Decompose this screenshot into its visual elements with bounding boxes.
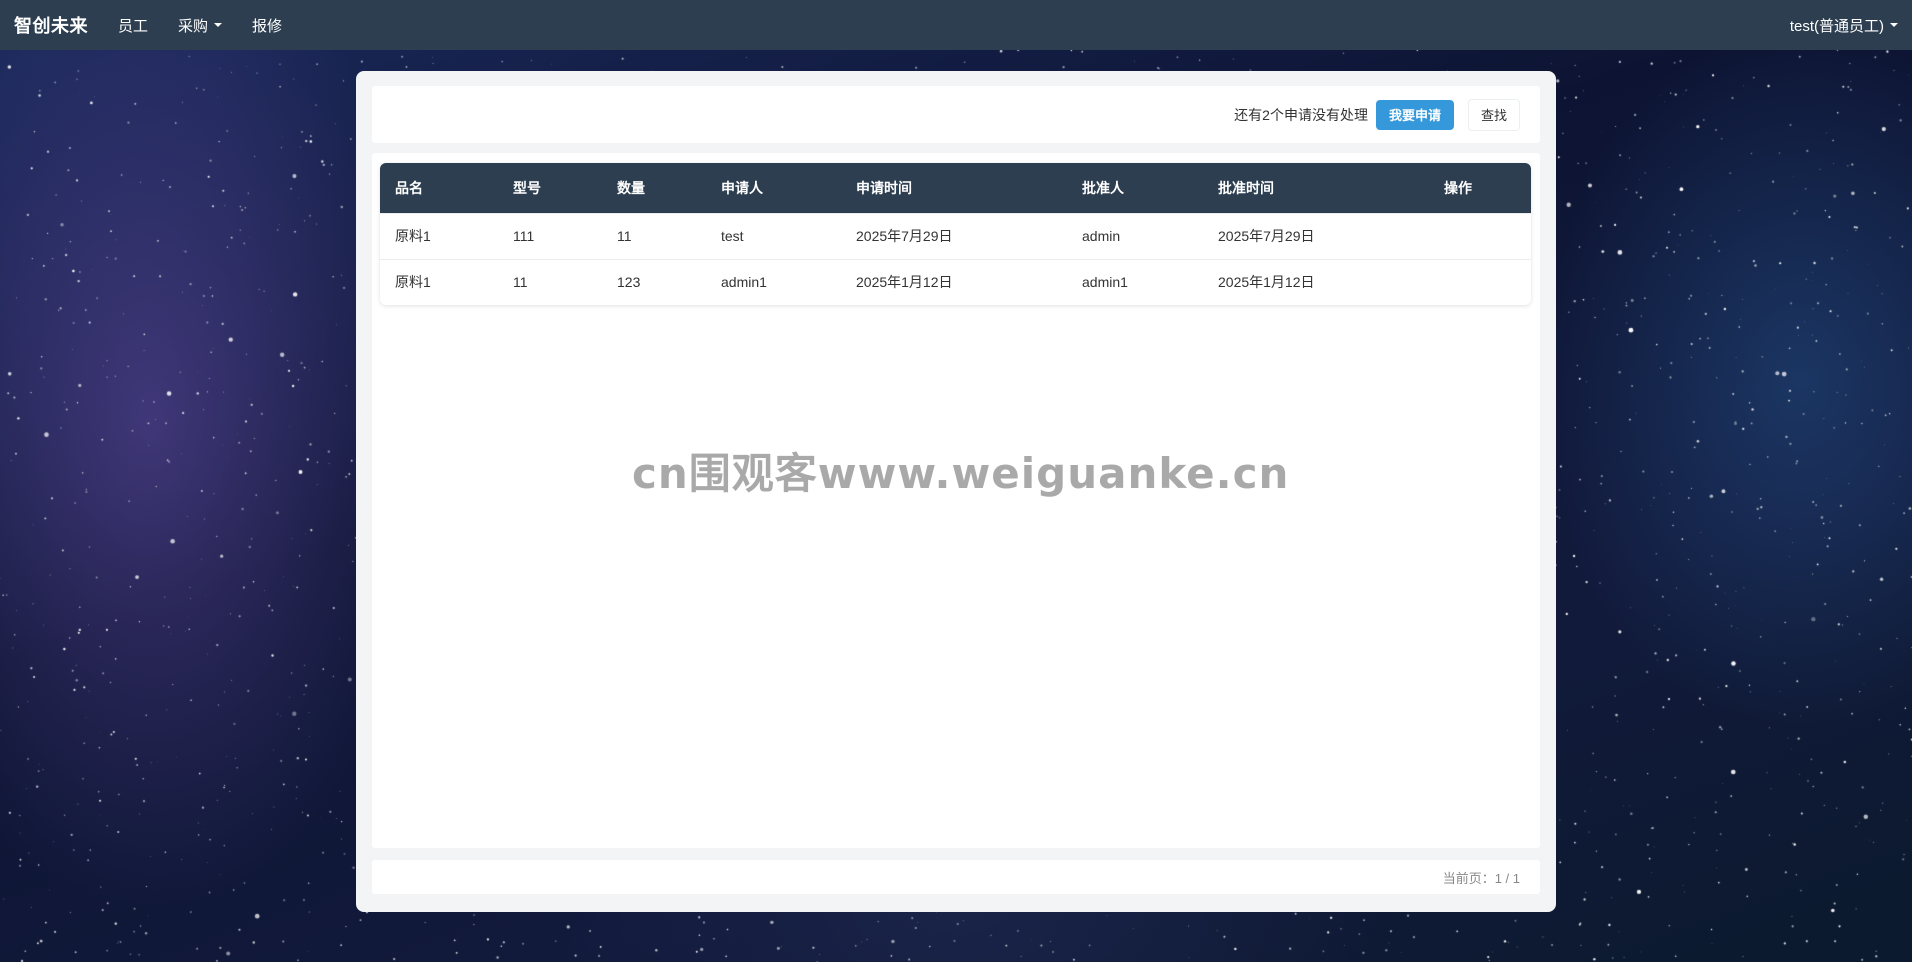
nav-item-label: 报修 — [252, 17, 283, 35]
pagination-footer: 当前页：1 / 1 — [372, 860, 1540, 894]
table-header-row: 品名 型号 数量 申请人 申请时间 批准人 批准时间 操作 — [380, 163, 1531, 213]
cell-apply-time: 2025年1月12日 — [841, 258, 1067, 305]
column-header-name: 品名 — [395, 179, 423, 196]
top-navbar: 智创未来 员工 采购 报修 test(普通员工) — [0, 0, 1912, 50]
cell-approve-time: 2025年1月12日 — [1203, 258, 1429, 305]
column-header-applicant: 申请人 — [721, 179, 763, 196]
table-row: 原料1 11 123 admin1 2025年1月12日 admin1 2025… — [380, 258, 1531, 305]
column-header-actions: 操作 — [1444, 179, 1472, 196]
cell-name: 原料1 — [380, 258, 498, 305]
cell-approver: admin1 — [1067, 258, 1203, 305]
column-header-model: 型号 — [513, 179, 541, 196]
cell-applicant: admin1 — [706, 258, 841, 305]
requests-table-wrapper: 品名 型号 数量 申请人 申请时间 批准人 批准时间 操作 原料1 111 11 — [380, 163, 1531, 305]
brand-logo[interactable]: 智创未来 — [14, 12, 88, 38]
nav-item-label: 采购 — [178, 17, 209, 35]
cell-model: 11 — [498, 258, 602, 305]
apply-button[interactable]: 我要申请 — [1375, 99, 1454, 130]
column-header-quantity: 数量 — [617, 179, 645, 196]
pending-notice: 还有2个申请没有处理 — [1234, 106, 1368, 123]
column-header-apply-time: 申请时间 — [856, 179, 912, 196]
watermark: cn围观客www.weiguanke.cn — [632, 449, 1290, 498]
cell-approve-time: 2025年7月29日 — [1203, 212, 1429, 259]
nav-item-repair[interactable]: 报修 — [252, 15, 282, 36]
cell-applicant: test — [706, 212, 841, 259]
cell-approver: admin — [1067, 212, 1203, 259]
column-header-approve-time: 批准时间 — [1218, 179, 1274, 196]
cell-actions — [1429, 258, 1531, 305]
user-menu[interactable]: test(普通员工) — [1790, 15, 1898, 36]
nav-item-label: 员工 — [118, 17, 149, 35]
toolbar: 还有2个申请没有处理 我要申请 查找 — [372, 86, 1540, 143]
column-header-approver: 批准人 — [1082, 179, 1124, 196]
cell-actions — [1429, 212, 1531, 259]
search-button[interactable]: 查找 — [1467, 98, 1520, 131]
cell-quantity: 11 — [602, 212, 706, 259]
nav-item-procurement[interactable]: 采购 — [178, 15, 223, 36]
caret-down-icon — [214, 23, 223, 27]
requests-table: 品名 型号 数量 申请人 申请时间 批准人 批准时间 操作 原料1 111 11 — [380, 163, 1531, 305]
cell-model: 111 — [498, 212, 602, 259]
user-name: test(普通员工) — [1789, 17, 1884, 35]
table-row: 原料1 111 11 test 2025年7月29日 admin 2025年7月… — [380, 212, 1531, 259]
cell-apply-time: 2025年7月29日 — [841, 212, 1067, 259]
cell-quantity: 123 — [602, 258, 706, 305]
nav-item-employees[interactable]: 员工 — [118, 15, 148, 36]
cell-name: 原料1 — [380, 212, 498, 259]
page-indicator: 当前页：1 / 1 — [1442, 870, 1520, 886]
caret-down-icon — [1890, 23, 1898, 27]
